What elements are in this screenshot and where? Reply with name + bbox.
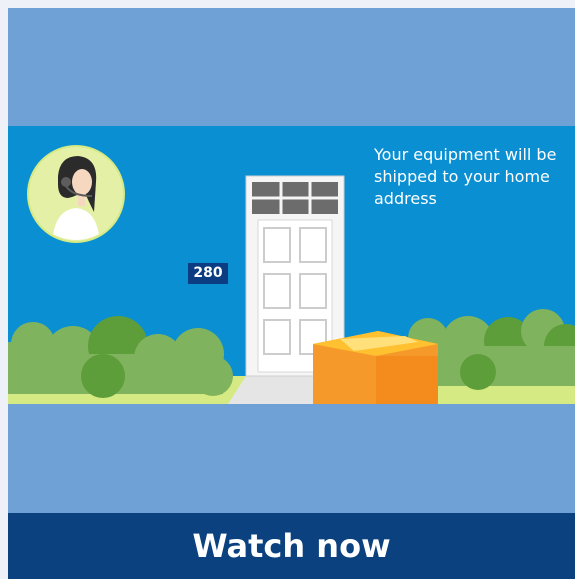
video-thumbnail[interactable]: Your equipment will be shipped to your h… [8,126,575,404]
package-box [313,331,438,404]
left-bushes [8,316,233,398]
house-number-plate: 280 [188,263,228,284]
support-agent-avatar [27,145,125,243]
video-card: Your equipment will be shipped to your h… [8,8,575,579]
video-caption: Your equipment will be shipped to your h… [374,145,557,208]
watch-now-button[interactable]: Watch now [8,513,575,579]
